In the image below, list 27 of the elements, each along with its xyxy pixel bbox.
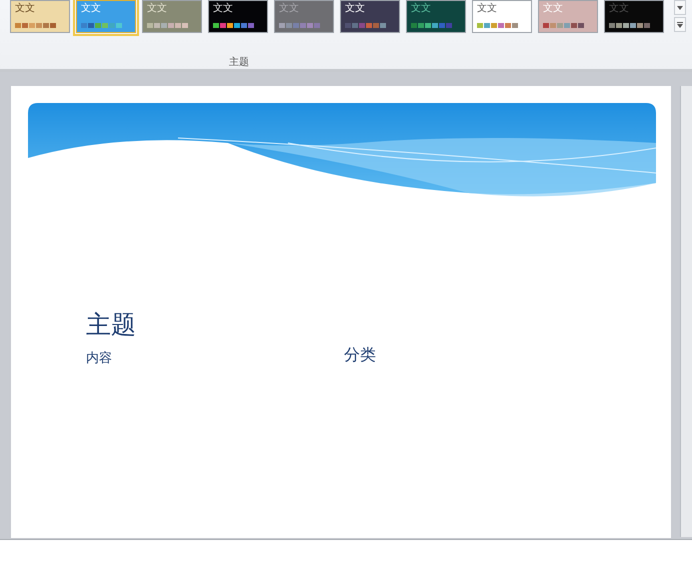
scrollbar[interactable] <box>680 86 692 537</box>
theme-thumbnail[interactable]: 文文 <box>340 0 400 33</box>
slide-title: 主题 <box>86 309 137 341</box>
sample-text: 文文 <box>15 3 36 15</box>
sample-text: 文文 <box>279 3 300 15</box>
sample-text: 文文 <box>213 3 234 15</box>
sample-text: 文文 <box>81 3 102 15</box>
more-button[interactable] <box>674 17 686 32</box>
sample-text: 文文 <box>609 3 630 15</box>
expand-icon <box>677 22 683 28</box>
theme-thumbnail[interactable]: 文文 <box>406 0 466 33</box>
sample-text: 文文 <box>543 3 564 15</box>
theme-thumbnail[interactable]: 文文 <box>208 0 268 33</box>
theme-thumbnail[interactable]: 文文 <box>10 0 70 33</box>
scroll-down-button[interactable] <box>674 0 686 15</box>
theme-thumbnail[interactable]: 文文 <box>472 0 532 33</box>
caret-icon <box>677 6 683 10</box>
group-label: 主题 <box>229 56 249 69</box>
slide-text: 分类 <box>344 345 376 366</box>
sample-text: 文文 <box>147 3 168 15</box>
sample-text: 文文 <box>411 3 432 15</box>
sample-text: 文文 <box>345 3 366 15</box>
sample-text: 文文 <box>477 3 498 15</box>
theme-thumbnail[interactable]: 文文 <box>142 0 202 33</box>
theme-thumbnail[interactable]: 文文 <box>76 0 136 33</box>
theme-thumbnail[interactable]: 文文 <box>604 0 664 33</box>
slide-subtitle: 内容 <box>86 350 112 367</box>
